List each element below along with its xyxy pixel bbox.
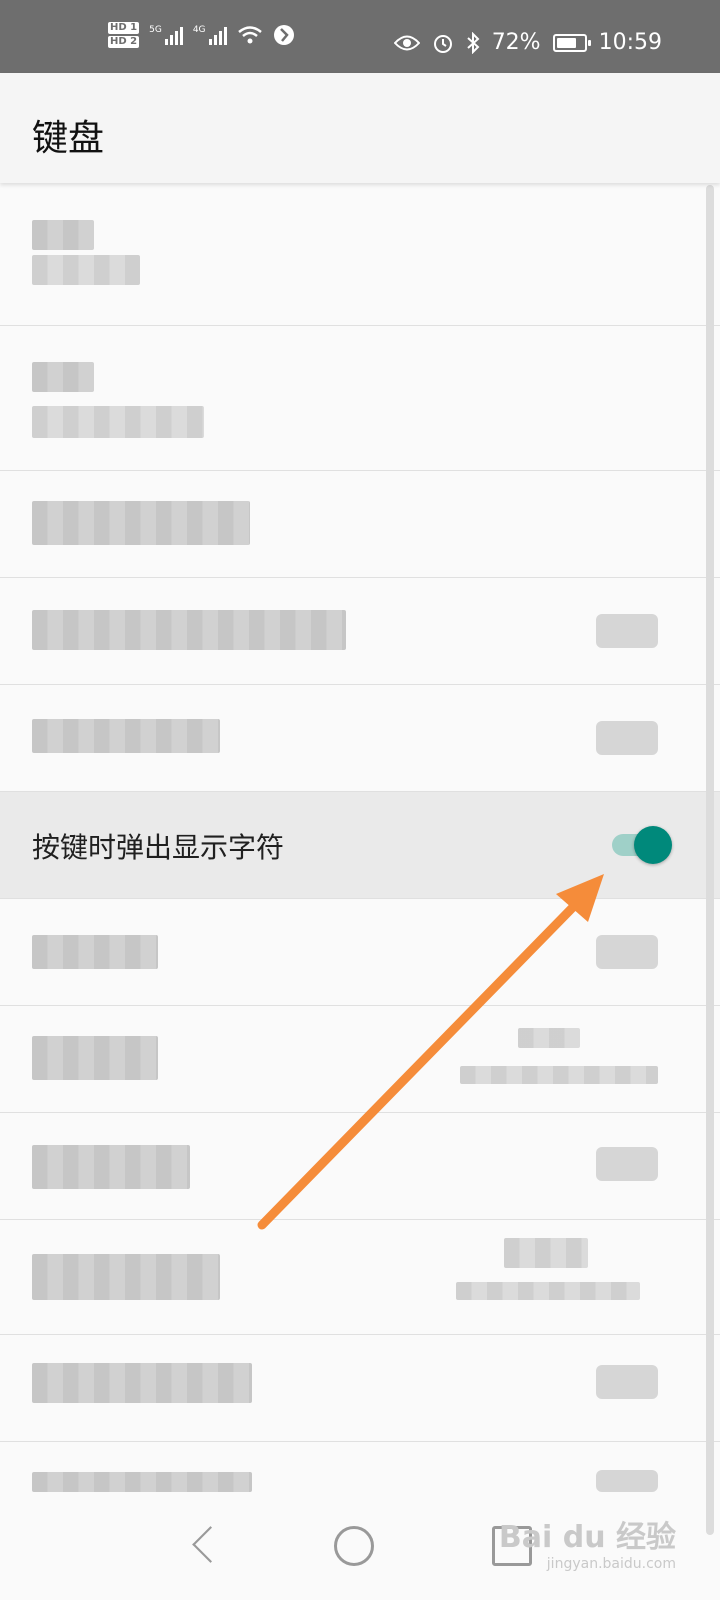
annotation-arrow <box>257 874 604 1230</box>
